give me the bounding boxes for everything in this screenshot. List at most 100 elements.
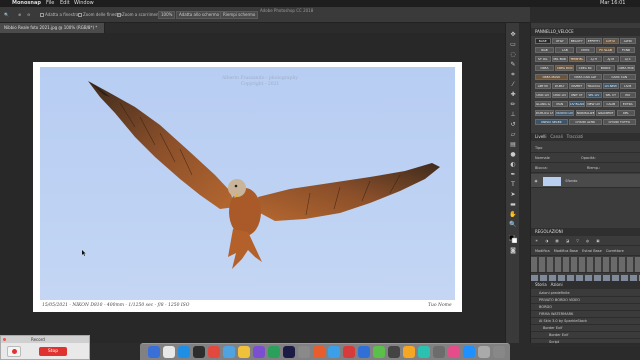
mail-icon[interactable] xyxy=(223,346,235,358)
menu-window[interactable]: Window xyxy=(74,0,94,7)
quick-panel-button[interactable]: UNISCI SELEZ xyxy=(535,119,568,125)
quick-panel-button[interactable]: TRACCIA xyxy=(586,83,602,89)
app-icon[interactable] xyxy=(403,346,415,358)
quick-panel-button[interactable]: GLANG GROUP xyxy=(535,101,551,107)
pen-tool-icon[interactable]: ✒ xyxy=(509,171,517,179)
action-item[interactable]: Border Exif xyxy=(531,332,640,339)
blur-tool-icon[interactable]: ● xyxy=(509,151,517,159)
tab-history[interactable]: Storia xyxy=(535,282,547,287)
quick-panel-button[interactable]: DEL xyxy=(616,110,636,116)
messages-icon[interactable] xyxy=(373,346,385,358)
text-tool-icon[interactable]: T xyxy=(509,181,517,189)
quick-panel-button[interactable]: AJ M xyxy=(603,56,619,62)
close-icon[interactable] xyxy=(3,338,6,341)
action-item[interactable]: FIRMA WATERMARK xyxy=(531,311,640,318)
quick-panel-button[interactable]: UNIC LIV xyxy=(535,92,551,98)
quick-panel-button[interactable]: CREA DOC xyxy=(555,65,575,71)
tab-estrai-base[interactable]: Estrai Base xyxy=(582,249,602,253)
eyedropper-tool-icon[interactable]: ⁄ xyxy=(509,81,517,89)
app-icon[interactable] xyxy=(463,346,475,358)
quick-panel-button[interactable]: LIV BLANC xyxy=(569,101,585,107)
dodge-tool-icon[interactable]: ◐ xyxy=(509,161,517,169)
quick-panel-button[interactable]: UTILY xyxy=(552,38,568,44)
quick-panel-button[interactable]: FC SLAB xyxy=(596,47,616,53)
tab-modifica[interactable]: Modifica xyxy=(535,249,550,253)
gradient-tool-icon[interactable]: ▤ xyxy=(509,141,517,149)
tab-modifica-base[interactable]: Modifica Base xyxy=(554,249,578,253)
move-tool-icon[interactable]: ✥ xyxy=(509,31,517,39)
notes-icon[interactable] xyxy=(238,346,250,358)
action-item[interactable]: Border Exif xyxy=(531,325,640,332)
fill-screen-button[interactable]: Riempi schermo xyxy=(220,11,259,19)
action-item[interactable]: BORDO xyxy=(531,304,640,311)
quick-panel-button[interactable]: AJ C xyxy=(620,56,636,62)
quick-panel-button[interactable]: CHIUDI ALTRI xyxy=(569,119,602,125)
quick-panel-button[interactable]: CALIB xyxy=(603,101,619,107)
music-icon[interactable] xyxy=(253,346,265,358)
blend-mode-row[interactable]: Normale Opacità: xyxy=(531,154,640,163)
launchpad-icon[interactable] xyxy=(163,346,175,358)
stamp-tool-icon[interactable]: ⊥ xyxy=(509,111,517,119)
photoshop-icon[interactable] xyxy=(283,346,295,358)
action-item[interactable]: PRIVATO BORDO VIDEO xyxy=(531,297,640,304)
tab-correttore[interactable]: Correttore xyxy=(606,249,624,253)
quick-panel-button[interactable]: SEL LIV xyxy=(586,92,602,98)
quick-panel-button[interactable]: DUPLICA LIVELLO xyxy=(535,110,554,116)
fit-screen-button[interactable]: Adatta allo schermo xyxy=(176,11,223,19)
fit-window-option[interactable]: Adatta a finestra xyxy=(40,11,79,19)
quick-panel-button[interactable]: BASE xyxy=(535,38,551,44)
zoom-all-windows-option[interactable]: Zoom delle finestre xyxy=(78,11,122,19)
safari-icon[interactable] xyxy=(178,346,190,358)
quick-panel-button[interactable]: CANC CAN xyxy=(603,74,636,80)
quick-panel-button[interactable]: CREA MASK xyxy=(535,74,568,80)
stop-button[interactable]: Stop xyxy=(39,347,67,356)
app-icon[interactable] xyxy=(448,346,460,358)
layer-filter[interactable]: Tipo xyxy=(531,144,640,153)
quick-panel-button[interactable]: IPAN xyxy=(552,101,568,107)
brush-tool-icon[interactable]: ✏ xyxy=(509,101,517,109)
lasso-tool-icon[interactable]: ◌ xyxy=(509,51,517,59)
layer-row-background[interactable]: ◉ Sfondo xyxy=(531,174,640,188)
quick-panel-button[interactable]: SEL CT xyxy=(603,92,619,98)
terminal-icon[interactable] xyxy=(193,346,205,358)
app-icon[interactable] xyxy=(433,346,445,358)
quick-mask-icon[interactable]: ◙ xyxy=(509,247,517,255)
quick-panel-button[interactable]: CREA xyxy=(535,65,554,71)
shape-tool-icon[interactable]: ▬ xyxy=(509,201,517,209)
zoom-in-icon[interactable]: ⊕ xyxy=(18,11,21,19)
quick-panel-button[interactable]: LAB xyxy=(555,47,575,53)
zoom-out-icon[interactable]: ⊖ xyxy=(27,11,30,19)
quick-panel-button[interactable]: NUOVO LIVELLO xyxy=(555,110,575,116)
tab-channels[interactable]: Canali xyxy=(550,134,562,139)
zoom-tool-icon[interactable]: 🔍 xyxy=(4,11,9,19)
word-icon[interactable] xyxy=(358,346,370,358)
chrome-icon[interactable] xyxy=(208,346,220,358)
quick-panel-button[interactable]: ST OG xyxy=(535,56,551,62)
appstore-icon[interactable] xyxy=(328,346,340,358)
zoom-100-button[interactable]: 100% xyxy=(158,11,176,19)
adjust-icons-row[interactable]: ☀ ◑ ▦ ◪ ▽ ◍ ▣ xyxy=(531,237,640,246)
menu-file[interactable]: File xyxy=(46,0,54,7)
tab-actions[interactable]: Azioni xyxy=(551,282,563,287)
folder-icon[interactable] xyxy=(478,346,490,358)
document-tab[interactable]: Nibbio Reale foto 2021.jpg @ 100% (RGB/8… xyxy=(0,23,105,33)
finder-icon[interactable] xyxy=(148,346,160,358)
quick-panel-button[interactable]: DUPLY xyxy=(552,83,568,89)
quick-panel-button[interactable]: UNIC LIV xyxy=(552,92,568,98)
hand-tool-icon[interactable]: ✋ xyxy=(509,211,517,219)
quick-panel-button[interactable]: UNIT CT xyxy=(569,92,585,98)
quick-panel-button[interactable]: CHIUDI TUTTO xyxy=(603,119,636,125)
path-select-tool-icon[interactable]: ➤ xyxy=(509,191,517,199)
quick-panel-button[interactable]: ALTRI xyxy=(620,38,636,44)
quick-panel-button[interactable]: CREA RC xyxy=(575,65,595,71)
action-item[interactable]: Script xyxy=(531,339,640,346)
lock-row[interactable]: Blocca: Riemp.: xyxy=(531,164,640,173)
trash-icon[interactable] xyxy=(493,346,505,358)
facetime-icon[interactable] xyxy=(268,346,280,358)
quick-panel-button[interactable]: RGB xyxy=(535,47,554,53)
quick-panel-button[interactable]: NORMALIZE xyxy=(575,110,595,116)
quick-panel-button[interactable]: AJ H xyxy=(586,56,602,62)
tab-paths[interactable]: Tracciati xyxy=(567,134,584,139)
quick-panel-button[interactable]: CREA CAN ALP xyxy=(569,74,602,80)
quick-panel-button[interactable]: CREA POR xyxy=(616,65,636,71)
